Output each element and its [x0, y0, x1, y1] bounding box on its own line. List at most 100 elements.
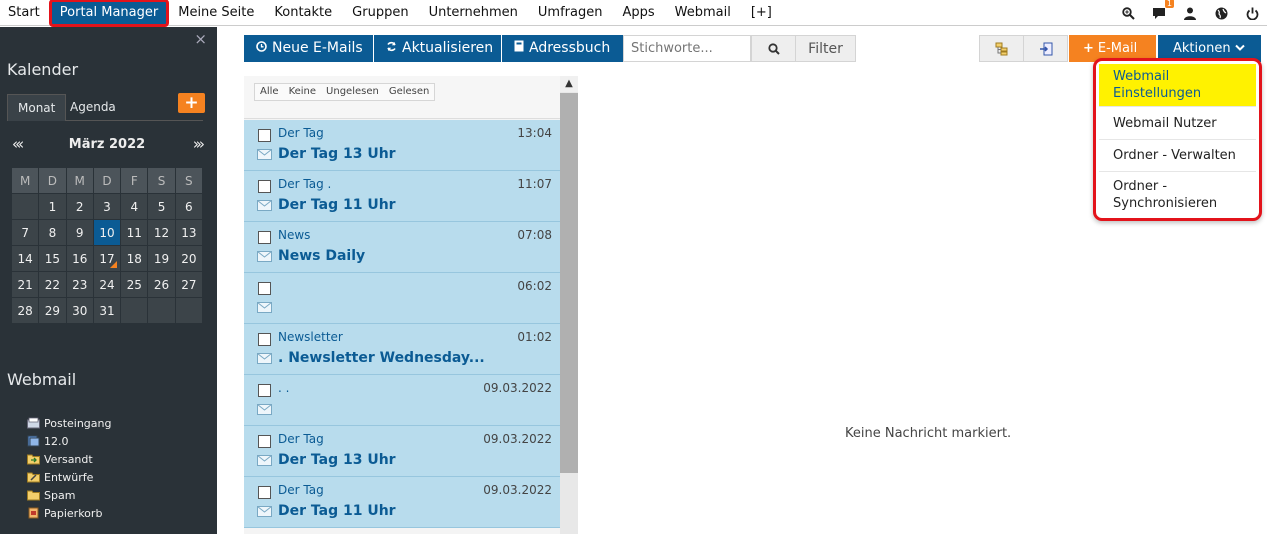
- message-row[interactable]: Der Tag . 11:07 Der Tag 11 Uhr: [244, 171, 560, 222]
- calendar-day[interactable]: 26: [147, 271, 176, 298]
- mail-toolbar: Neue E-Mails Aktualisieren Adressbuch Fi…: [0, 35, 1267, 62]
- next-month-icon[interactable]: ›»: [193, 135, 205, 153]
- calendar-day[interactable]: 13: [174, 219, 204, 246]
- menu-webmail-nutzer[interactable]: Webmail Nutzer: [1099, 107, 1256, 140]
- calendar-day[interactable]: 2: [65, 193, 94, 220]
- message-checkbox[interactable]: [258, 129, 271, 142]
- message-row[interactable]: 06:02: [244, 273, 560, 324]
- menu-ordner-synchronisieren[interactable]: Ordner - Synchronisieren: [1099, 172, 1256, 218]
- tab-agenda[interactable]: Agenda: [60, 94, 126, 121]
- message-checkbox[interactable]: [258, 384, 271, 397]
- message-row[interactable]: News 07:08 News Daily: [244, 222, 560, 273]
- calendar-day[interactable]: 6: [174, 193, 204, 220]
- search-zoom-icon[interactable]: [1121, 6, 1135, 20]
- calendar-day[interactable]: 22: [38, 271, 67, 298]
- folder-entwuerfe[interactable]: Entwürfe: [27, 468, 112, 486]
- calendar-day[interactable]: 20: [174, 245, 204, 272]
- calendar-day[interactable]: 14: [10, 245, 40, 272]
- folder-posteingang[interactable]: Posteingang: [27, 414, 112, 432]
- calendar-day[interactable]: 30: [65, 297, 94, 324]
- calendar-day[interactable]: 31: [92, 297, 122, 324]
- message-checkbox[interactable]: [258, 435, 271, 448]
- calendar-day[interactable]: 4: [120, 193, 149, 220]
- nav-umfragen[interactable]: Umfragen: [528, 0, 613, 26]
- calendar-day[interactable]: 8: [38, 219, 67, 246]
- folder-versandt[interactable]: Versandt: [27, 450, 112, 468]
- nav-apps[interactable]: Apps: [612, 0, 664, 26]
- list-scrollbar[interactable]: ▲: [560, 76, 578, 534]
- calendar-day[interactable]: 15: [38, 245, 67, 272]
- calendar-day[interactable]: 11: [120, 219, 149, 246]
- calendar-day[interactable]: 25: [120, 271, 149, 298]
- message-row[interactable]: Der Tag 13:04 Der Tag 13 Uhr: [244, 120, 560, 171]
- calendar-day[interactable]: 21: [10, 271, 40, 298]
- calendar-day[interactable]: 17: [92, 245, 122, 272]
- nav-add[interactable]: [+]: [741, 0, 782, 26]
- nav-gruppen[interactable]: Gruppen: [342, 0, 418, 26]
- chat-icon[interactable]: 1: [1152, 0, 1174, 20]
- addressbook-button[interactable]: Adressbuch: [502, 35, 623, 62]
- calendar-day[interactable]: 10: [92, 219, 122, 246]
- message-row[interactable]: . . 09.03.2022: [244, 375, 560, 426]
- scroll-thumb[interactable]: [560, 93, 578, 473]
- message-row[interactable]: Newsletter 01:02 . Newsletter Wednesday..…: [244, 324, 560, 375]
- calendar-day[interactable]: 28: [10, 297, 40, 324]
- filter-gelesen[interactable]: Gelesen: [384, 84, 435, 100]
- filter-ungelesen[interactable]: Ungelesen: [321, 84, 384, 100]
- calendar-day[interactable]: 1: [38, 193, 67, 220]
- trash-icon: [27, 507, 40, 519]
- nav-kontakte[interactable]: Kontakte: [264, 0, 342, 26]
- message-checkbox[interactable]: [258, 231, 271, 244]
- search-button[interactable]: [751, 35, 796, 62]
- tab-monat[interactable]: Monat: [7, 94, 67, 121]
- calendar-day[interactable]: 24: [92, 271, 122, 298]
- nav-webmail[interactable]: Webmail: [665, 0, 741, 26]
- calendar-day[interactable]: 12: [147, 219, 176, 246]
- calendar-day[interactable]: 7: [10, 219, 40, 246]
- message-checkbox[interactable]: [258, 486, 271, 499]
- filter-keine[interactable]: Keine: [284, 84, 321, 100]
- calendar-day[interactable]: 5: [147, 193, 176, 220]
- message-sender: Der Tag .: [278, 177, 332, 191]
- message-checkbox[interactable]: [258, 180, 271, 193]
- calendar-day[interactable]: 29: [38, 297, 67, 324]
- envelope-icon: [257, 353, 272, 364]
- calendar-day[interactable]: 27: [174, 271, 204, 298]
- folder-12-0[interactable]: 12.0: [27, 432, 112, 450]
- filter-alle[interactable]: Alle: [255, 84, 284, 100]
- calendar-day[interactable]: 3: [92, 193, 122, 220]
- calendar-day[interactable]: 18: [120, 245, 149, 272]
- nav-start[interactable]: Start: [0, 0, 50, 26]
- message-checkbox[interactable]: [258, 333, 271, 346]
- refresh-button[interactable]: Aktualisieren: [374, 35, 501, 62]
- user-icon[interactable]: [1183, 6, 1197, 20]
- message-subject: Der Tag 13 Uhr: [278, 452, 396, 468]
- message-subject: Der Tag 11 Uhr: [278, 197, 396, 213]
- message-checkbox[interactable]: [258, 282, 271, 295]
- menu-webmail-einstellungen[interactable]: Webmail Einstellungen: [1099, 64, 1256, 107]
- calendar-day[interactable]: 16: [65, 245, 94, 272]
- nav-unternehmen[interactable]: Unternehmen: [419, 0, 528, 26]
- calendar-day[interactable]: 9: [65, 219, 94, 246]
- calendar-day[interactable]: 23: [65, 271, 94, 298]
- message-row[interactable]: Der Tag 09.03.2022 Der Tag 13 Uhr: [244, 426, 560, 477]
- power-icon[interactable]: [1245, 6, 1259, 20]
- folder-papierkorb[interactable]: Papierkorb: [27, 504, 112, 522]
- scroll-up-icon[interactable]: ▲: [560, 76, 578, 92]
- actions-dropdown-menu: Webmail Einstellungen Webmail Nutzer Ord…: [1093, 58, 1262, 221]
- message-row[interactable]: Der Tag 09.03.2022 Der Tag 11 Uhr: [244, 477, 560, 528]
- nav-portal-manager[interactable]: Portal Manager: [48, 0, 170, 27]
- add-event-button[interactable]: +: [178, 93, 205, 113]
- nav-meine-seite[interactable]: Meine Seite: [168, 0, 264, 26]
- folder-spam[interactable]: Spam: [27, 486, 112, 504]
- folder-tree-button[interactable]: [979, 35, 1024, 62]
- filter-button[interactable]: Filter: [795, 35, 856, 62]
- search-input[interactable]: [623, 35, 751, 62]
- new-mails-button[interactable]: Neue E-Mails: [244, 35, 373, 62]
- message-sender: Der Tag: [278, 483, 324, 497]
- import-button[interactable]: [1023, 35, 1068, 62]
- calendar-day[interactable]: 19: [147, 245, 176, 272]
- menu-ordner-verwalten[interactable]: Ordner - Verwalten: [1099, 140, 1256, 172]
- globe-icon[interactable]: [1214, 6, 1228, 20]
- calendar-grid: MDMDFSS 1 2 3 4 5 6 7 8 9 10 11 12 13 14 15 16 17 18 19 20 2…: [10, 167, 204, 324]
